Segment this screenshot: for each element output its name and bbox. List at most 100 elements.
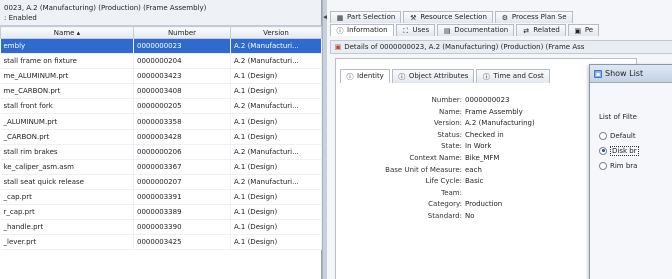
filter-status: : Enabled [4,14,37,22]
property-label: Name: [438,107,462,116]
resource-icon: ⚒ [410,13,417,22]
property-value: each [465,165,482,174]
table-row[interactable]: stall seat quick release 0000000207 A.2 (M… [0,174,322,190]
cell-number: 0000003367 [133,159,231,175]
cell-number: 0000003425 [133,234,231,251]
cell-name: _CARBON.prt [0,129,134,145]
cell-number: 0000000206 [133,144,231,160]
radio-button[interactable] [599,161,607,170]
property-value: Bike_MFM [465,153,500,162]
property-value: Frame Assembly [465,107,523,116]
dialog-title: Show List [605,69,644,78]
structure-header: 0023, A.2 (Manufacturing) (Production) (… [0,0,321,26]
tab-process-plan[interactable]: ⚙ Process Plan Se [494,11,573,23]
radio-button[interactable] [599,146,607,155]
uses-icon: ⛶ [403,26,408,35]
cell-name: _cap.prt [0,189,134,206]
cell-version: A.1 (Design) [230,68,322,85]
table-row[interactable]: ke_caliper_asm.asm 0000003367 A.1 (Design) [0,159,322,175]
cell-version: A.1 (Design) [230,189,322,206]
table-row[interactable]: _lever.prt 0000003425 A.1 (Design) [0,234,322,251]
table-row[interactable]: stall frame on fixture 0000000204 A.2 (Man… [0,53,322,70]
table-row[interactable]: me_ALUMINUM.prt 0000003423 A.1 (Design) [0,68,322,85]
property-value: In Work [465,142,492,151]
tab-pe[interactable]: ▣ Pe [567,24,600,36]
cell-name: stall rim brakes [0,144,134,160]
radio-button[interactable] [599,131,607,140]
cell-name: me_CARBON.prt [0,83,134,100]
cell-version: A.2 (Manufacturi... [230,38,322,55]
structure-table: Name ▴ Number Version embly 0000000023 A.2… [0,26,322,251]
filter-list-label: List of Filte [599,113,637,121]
cell-name: ke_caliper_asm.asm [0,159,134,175]
process-icon: ⚙ [501,13,509,22]
table-row[interactable]: _handle.prt 0000003390 A.1 (Design) [0,219,322,236]
tab-information[interactable]: ⓘ Information [330,24,394,36]
cell-version: A.2 (Manufacturi... [230,144,322,160]
cell-number: 0000003389 [133,204,231,221]
filter-option-label: Rim bra [610,161,638,170]
filter-option[interactable]: Disk br [599,143,672,158]
table-row[interactable]: r_cap.prt 0000003389 A.1 (Design) [0,204,322,221]
property-value: Checked in [465,130,504,139]
property-label: Team: [441,188,462,197]
property-value: 0000000023 [465,96,510,104]
table-row[interactable]: stall rim brakes 0000000206 A.2 (Manufactu… [0,144,322,160]
column-header-name[interactable]: Name ▴ [0,26,134,39]
property-label: Life Cycle: [425,177,462,186]
time-icon: ⓘ [482,72,490,81]
cell-version: A.1 (Design) [230,83,322,100]
tab-time-and-cost[interactable]: ⓘ Time and Cost [476,69,550,83]
column-header-version[interactable]: Version [230,26,322,39]
filter-option-label: Disk br [610,145,639,156]
part-icon: ▦ [336,13,344,22]
cell-number: 0000003428 [133,129,231,145]
attributes-icon: ⓘ [398,72,406,81]
cell-name: stall frame on fixture [0,53,134,70]
details-title-bar: ▣ Details of 0000000023, A.2 (Manufactur… [330,40,672,54]
cell-version: A.1 (Design) [230,113,322,130]
property-label: Version: [433,119,462,128]
cell-name: _handle.prt [0,219,134,236]
cell-number: 0000003390 [133,219,231,236]
table-row[interactable]: _CARBON.prt 0000003428 A.1 (Design) [0,129,322,145]
cell-version: A.2 (Manufacturi... [230,98,322,115]
tab-resource-selection[interactable]: ⚒ Resource Selection [403,11,493,23]
document-icon: ▤ [443,26,451,35]
column-header-number[interactable]: Number [133,26,231,39]
table-row[interactable]: embly 0000000023 A.2 (Manufacturi... [0,38,322,55]
cell-number: 0000003423 [133,68,231,85]
table-row[interactable]: stall front fork 0000000205 A.2 (Manufactu… [0,98,322,115]
filter-radio-group: Default Disk br Rim bra [599,128,672,173]
cell-version: A.1 (Design) [230,219,322,236]
cell-version: A.1 (Design) [230,159,322,175]
tab-part-selection[interactable]: ▦ Part Selection [330,11,402,23]
filter-option[interactable]: Rim bra [599,158,672,173]
top-tab-row: ▦ Part Selection ⚒ Resource Selection ⚙ Pro… [330,11,573,23]
cell-number: 0000003391 [133,189,231,206]
info-icon: ⓘ [336,26,344,35]
property-label: Base Unit of Measure: [385,165,462,174]
tab-documentation[interactable]: ▤ Documentation [437,24,515,36]
details-panel: ▦ Part Selection ⚒ Resource Selection ⚙ Pro… [327,0,672,279]
property-label: Category: [428,200,462,209]
tab-uses[interactable]: ⛶ Uses [395,24,436,36]
table-row[interactable]: _cap.prt 0000003391 A.1 (Design) [0,189,322,206]
table-row[interactable]: me_CARBON.prt 0000003408 A.1 (Design) [0,83,322,100]
property-label: Number: [431,96,462,104]
tab-identity[interactable]: ⓘ Identity [340,69,390,83]
cell-name: me_ALUMINUM.prt [0,68,134,85]
cell-name: stall seat quick release [0,174,134,190]
cell-number: 0000003358 [133,113,231,130]
structure-panel: 0023, A.2 (Manufacturing) (Production) (… [0,0,322,279]
cell-name: embly [0,38,134,55]
details-title: Details of 0000000023, A.2 (Manufacturin… [344,43,585,51]
dialog-title-bar[interactable]: ▣ Show List [590,65,672,83]
table-row[interactable]: _ALUMINUM.prt 0000003358 A.1 (Design) [0,113,322,130]
details-icon: ▣ [334,43,342,51]
tab-related[interactable]: ⇄ Related [516,24,566,36]
tab-object-attributes[interactable]: ⓘ Object Attributes [391,69,475,83]
filter-option[interactable]: Default [599,128,672,143]
related-icon: ⇄ [523,26,530,35]
cell-number: 0000003408 [133,83,231,100]
